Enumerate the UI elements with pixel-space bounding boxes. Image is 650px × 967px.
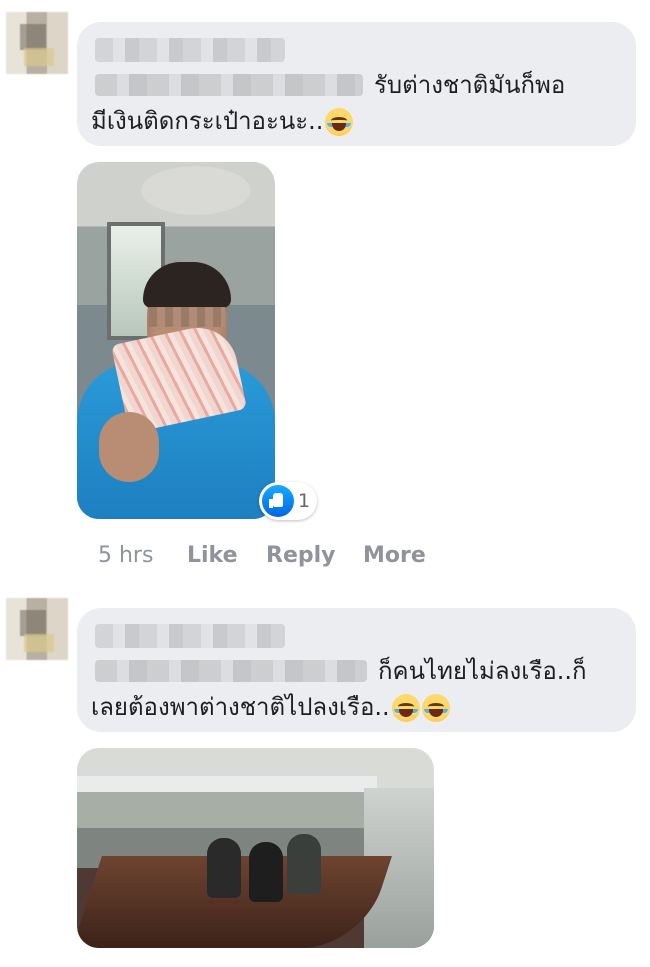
comment-1-line-2: มีเงินติดกระเป๋าอะนะ.. bbox=[91, 106, 354, 136]
comment-2-line-1: ก็คนไทยไม่ลงเรือ..ก็ bbox=[378, 656, 587, 686]
more-link[interactable]: More bbox=[363, 542, 426, 570]
comment-bubble-1: รับต่างชาติมันก็พอ มีเงินติดกระเป๋าอะนะ.… bbox=[77, 22, 636, 146]
blurred-eyes bbox=[149, 307, 225, 327]
like-link[interactable]: Like bbox=[187, 542, 238, 570]
comment-2-text-1: ก็คนไทยไม่ลงเรือ..ก็ bbox=[378, 657, 587, 685]
tears-of-joy-emoji-icon bbox=[391, 694, 420, 722]
tears-of-joy-emoji-icon bbox=[325, 108, 354, 136]
person-hand bbox=[99, 412, 159, 482]
comment-1-line-1: รับต่างชาติมันก็พอ bbox=[374, 70, 565, 100]
comment-2-text-2: เลยต้องพาต่างชาติไปลงเรือ.. bbox=[91, 693, 390, 721]
boat-passenger bbox=[207, 838, 241, 898]
comment-timestamp[interactable]: 5 hrs bbox=[98, 542, 153, 570]
blurred-tagged-name-2[interactable] bbox=[95, 660, 367, 682]
commenter-avatar-1[interactable] bbox=[6, 12, 68, 74]
reaction-badge[interactable]: 1 bbox=[259, 482, 317, 520]
blurred-commenter-name-2[interactable] bbox=[95, 624, 285, 648]
comment-1-text-1: รับต่างชาติมันก็พอ bbox=[374, 71, 566, 99]
blurred-tagged-name-1[interactable] bbox=[95, 74, 363, 96]
tears-of-joy-emoji-icon bbox=[421, 694, 450, 722]
comment-2-line-2: เลยต้องพาต่างชาติไปลงเรือ.. bbox=[91, 692, 450, 722]
comment-1-text-2: มีเงินติดกระเป๋าอะนะ.. bbox=[91, 107, 324, 135]
blurred-commenter-name-1[interactable] bbox=[95, 38, 285, 62]
reaction-count: 1 bbox=[298, 490, 311, 512]
thumbs-up-icon bbox=[262, 485, 294, 517]
boat-passenger bbox=[287, 834, 321, 894]
comment-bubble-2: ก็คนไทยไม่ลงเรือ..ก็ เลยต้องพาต่างชาติไป… bbox=[77, 608, 636, 732]
boat-passenger bbox=[249, 842, 283, 902]
commenter-avatar-2[interactable] bbox=[6, 598, 68, 660]
reply-link[interactable]: Reply bbox=[266, 542, 336, 570]
comment-2-photo[interactable] bbox=[77, 748, 434, 948]
comment-1-photo[interactable] bbox=[77, 162, 275, 519]
pier-roof bbox=[77, 776, 377, 792]
